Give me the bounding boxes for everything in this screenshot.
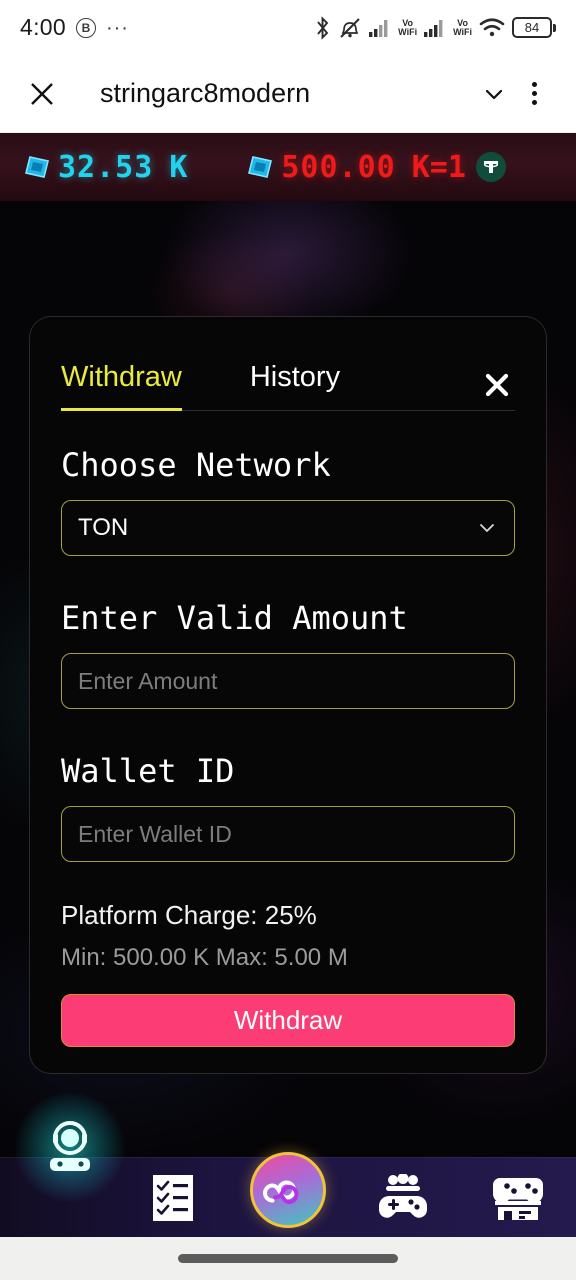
checklist-icon — [152, 1174, 193, 1221]
close-icon — [31, 82, 53, 105]
sidebar-item-tasks[interactable] — [128, 1158, 218, 1238]
expand-button[interactable] — [474, 74, 514, 114]
notification-overflow-icon: ··· — [105, 16, 129, 39]
withdraw-modal: Withdraw History Choose Network TON Ente… — [29, 316, 547, 1074]
battery-level: 84 — [524, 20, 540, 35]
modal-tabs: Withdraw History — [61, 317, 515, 411]
app-bar: stringarc8modern — [0, 55, 576, 133]
withdraw-submit-button[interactable]: Withdraw — [61, 994, 515, 1047]
network-label: Choose Network — [61, 446, 331, 484]
balance-secondary[interactable]: 500.00 K=1 — [245, 150, 506, 185]
signal-icon-1 — [369, 19, 391, 37]
gem-icon — [248, 156, 273, 178]
gem-icon — [25, 156, 49, 178]
more-options-button[interactable] — [514, 74, 554, 114]
bixby-badge-icon: B — [75, 17, 96, 38]
battery-icon: 84 — [512, 17, 556, 38]
close-icon — [485, 373, 509, 397]
kebab-menu-icon — [531, 82, 537, 105]
wifi-icon — [479, 18, 505, 37]
signal-icon-2 — [424, 19, 446, 37]
min-max-text: Min: 500.00 K Max: 5.00 M — [61, 944, 348, 971]
arcade-store-icon — [493, 1177, 544, 1220]
usdt-icon — [475, 152, 506, 182]
amount-input-placeholder: Enter Amount — [78, 667, 218, 694]
rate-amount: 500.00 — [281, 149, 396, 185]
amount-label: Enter Valid Amount — [61, 599, 408, 637]
page-title: stringarc8modern — [100, 78, 311, 108]
vibrate-off-icon — [340, 17, 360, 38]
sidebar-item-home[interactable] — [243, 1151, 333, 1238]
close-button[interactable] — [22, 74, 62, 114]
balance-unit: K — [169, 149, 188, 185]
bottom-nav — [0, 1091, 576, 1238]
modal-close-button[interactable] — [479, 367, 515, 403]
balance-primary[interactable]: 32.53 K — [22, 150, 187, 185]
chevron-down-icon — [480, 524, 494, 532]
chevron-down-icon — [485, 89, 503, 99]
status-bar: 4:00 B ··· Vo WiFi Vo WiFi 84 — [0, 0, 576, 55]
network-select[interactable]: TON — [61, 500, 515, 556]
amount-input-wrap[interactable]: Enter Amount — [61, 653, 515, 709]
infinity-coin-icon — [249, 1151, 326, 1228]
bluetooth-icon — [317, 15, 329, 40]
vowifi-icon-1: Vo WiFi — [398, 17, 418, 37]
tab-history[interactable]: History — [250, 361, 340, 408]
sidebar-item-multiplayer[interactable] — [358, 1158, 448, 1238]
balance-bar: 32.53 K 500.00 K=1 — [0, 133, 576, 201]
gamepad-people-icon — [379, 1173, 428, 1218]
clock: 4:00 — [20, 14, 66, 40]
system-navigation-area — [0, 1237, 576, 1280]
wallet-label: Wallet ID — [61, 752, 235, 790]
wallet-input-placeholder: Enter Wallet ID — [78, 820, 232, 847]
sidebar-item-game-store[interactable] — [473, 1158, 563, 1238]
platform-charge-text: Platform Charge: 25% — [61, 900, 317, 930]
wallet-input-wrap[interactable]: Enter Wallet ID — [61, 806, 515, 862]
sidebar-item-profile[interactable] — [13, 1091, 125, 1238]
network-selected-value: TON — [78, 514, 129, 541]
vowifi-icon-2: Vo WiFi — [453, 17, 472, 37]
home-indicator[interactable] — [178, 1254, 398, 1263]
balance-amount: 32.53 — [58, 149, 154, 185]
tab-withdraw[interactable]: Withdraw — [61, 361, 182, 411]
rate-unit: K=1 — [411, 149, 466, 185]
status-bar-right: Vo WiFi Vo WiFi 84 — [314, 15, 556, 40]
phone-screen: 4:00 B ··· Vo WiFi Vo WiFi 84 stringarc8… — [0, 0, 576, 1280]
status-bar-left: 4:00 B ··· — [20, 14, 129, 41]
